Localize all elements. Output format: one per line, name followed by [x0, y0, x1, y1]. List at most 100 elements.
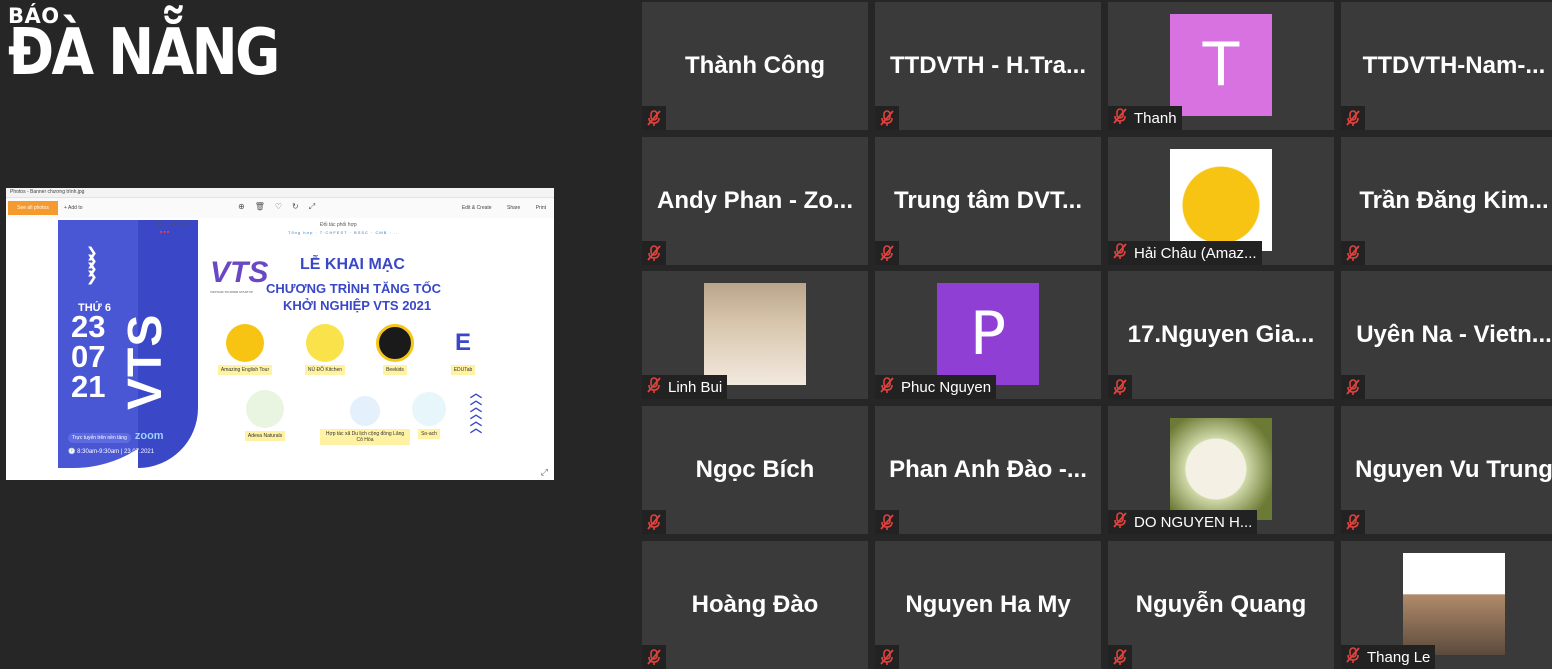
see-all-photos-button[interactable]: See all photos: [8, 201, 58, 215]
participant-name: Ngọc Bích: [695, 456, 815, 483]
participant-tile[interactable]: TTDVTH - H.Tra...: [875, 2, 1101, 130]
mic-muted-icon: [1111, 107, 1129, 129]
participant-tile[interactable]: Linh Bui: [642, 271, 868, 399]
lang-co-logo-icon: [350, 396, 380, 426]
mic-muted-icon: [1108, 375, 1132, 399]
partner-label: Đối tác phối hợp: [320, 222, 357, 228]
date-day: 23: [71, 309, 106, 344]
mic-muted-icon: [878, 376, 896, 398]
banner-vertical-vts: VTS: [119, 313, 172, 410]
date-month: 07: [71, 339, 106, 374]
participant-name: Trần Đăng Kim...: [1359, 187, 1549, 214]
organizer-logos: ■ ■ ■: [160, 229, 170, 234]
partner-logos: Tổng hợp · T·CHFEST · BSSC · CMB · ...: [288, 230, 401, 235]
participant-tile[interactable]: TTDVTH-Nam-...: [1341, 2, 1552, 130]
zoom-logo: zoom: [134, 430, 164, 442]
mic-muted-icon: [1111, 511, 1129, 533]
participant-name: Thanh: [1134, 109, 1177, 127]
participant-name-label: Thanh: [1108, 106, 1182, 130]
participant-tile[interactable]: Phan Anh Đào -...: [875, 406, 1101, 534]
time-text: 8:30am-9:30am | 23.07.2021: [77, 449, 155, 455]
participant-tile[interactable]: Trung tâm DVT...: [875, 137, 1101, 265]
woman-portrait-photo: [704, 283, 806, 385]
participant-tile[interactable]: P Phuc Nguyen: [875, 271, 1101, 399]
mic-muted-icon: [1108, 645, 1132, 669]
mic-muted-icon: [642, 106, 666, 130]
add-to-button[interactable]: + Add to: [64, 198, 83, 218]
live-platform-text: Trực tuyến trên nền tảng: [68, 433, 131, 443]
banner-date: 23 07 21: [71, 309, 106, 404]
participant-tile[interactable]: Trần Đăng Kim...: [1341, 137, 1552, 265]
participant-name: Trung tâm DVT...: [893, 187, 1082, 214]
startup-caption: Beekids: [383, 365, 407, 375]
startup-amazing: Amazing English Tour: [210, 324, 280, 375]
participant-name-label: Hải Châu (Amaz...: [1108, 241, 1262, 265]
participant-name: Thang Le: [1367, 648, 1431, 666]
amazing-logo-icon: [226, 324, 264, 362]
startup-caption: Adeva Naturals: [244, 431, 286, 441]
mic-muted-icon: [875, 241, 899, 265]
participant-tile[interactable]: 17.Nguyen Gia...: [1108, 271, 1334, 399]
print-button[interactable]: Print: [536, 205, 546, 211]
participant-tile[interactable]: Ngọc Bích: [642, 406, 868, 534]
participant-name: Nguyen Vu Trung: [1355, 456, 1552, 483]
organizer-label: Đơn vị tổ chức: [158, 222, 191, 228]
mic-muted-icon: [642, 241, 666, 265]
participant-name: TTDVTH - H.Tra...: [889, 52, 1086, 79]
startup-so-ach: So-ach: [394, 392, 464, 439]
participant-tile[interactable]: Nguyen Ha My: [875, 541, 1101, 669]
mic-muted-icon: [1341, 106, 1365, 130]
white-rose-photo: [1170, 418, 1272, 520]
startup-beekids: Beekids: [360, 324, 430, 375]
participant-name: Linh Bui: [668, 378, 723, 396]
participant-tile[interactable]: T Thanh: [1108, 2, 1334, 130]
viewer-title: Photos - Banner chương trình.jpg: [6, 188, 554, 198]
participant-tile[interactable]: Thành Công: [642, 2, 868, 130]
avatar: P: [937, 283, 1039, 385]
share-button[interactable]: Share: [507, 205, 520, 211]
participant-name-label: DO NGUYEN H...: [1108, 510, 1258, 534]
participant-name: Hoàng Đào: [691, 591, 819, 618]
vts-logo-sub: VIETNAM TOURISM STARTUP: [210, 290, 253, 294]
mic-muted-icon: [1111, 242, 1129, 264]
startup-nudo: NÚ ĐỖ Kitchen: [290, 324, 360, 375]
beekids-logo-icon: [376, 324, 414, 362]
mic-muted-icon: [645, 376, 663, 398]
mic-muted-icon: [1344, 646, 1362, 668]
participant-name: Nguyễn Quang: [1135, 591, 1307, 618]
participant-name-label: Thang Le: [1341, 645, 1436, 669]
startup-caption: EDUTab: [450, 365, 476, 375]
date-year: 21: [71, 369, 106, 404]
viewer-right-tools: Edit & Create Share Print: [448, 198, 546, 218]
man-on-motorbike-photo: [1403, 553, 1505, 655]
logo-line2: ĐÀ NẴNG: [8, 16, 280, 90]
zigzag-decoration-icon: ︿ ︿ ︿ ︿ ︿ ︿: [470, 386, 483, 435]
participant-tile[interactable]: Uyên Na - Vietn...: [1341, 271, 1552, 399]
mic-muted-icon: [642, 510, 666, 534]
startup-caption: NÚ ĐỖ Kitchen: [304, 365, 346, 375]
mic-muted-icon: [875, 106, 899, 130]
participant-tile[interactable]: Nguyễn Quang: [1108, 541, 1334, 669]
vts-logo: VTS VIETNAM TOURISM STARTUP: [210, 256, 268, 294]
participant-tile[interactable]: Nguyen Vu Trung: [1341, 406, 1552, 534]
participant-tile[interactable]: DO NGUYEN H...: [1108, 406, 1334, 534]
participant-tile[interactable]: Thang Le: [1341, 541, 1552, 669]
startup-edutab: E EDUTab: [428, 324, 498, 375]
participant-name: Phuc Nguyen: [901, 378, 992, 396]
participant-name: Nguyen Ha My: [905, 591, 1071, 618]
participant-name: Uyên Na - Vietn...: [1356, 321, 1552, 348]
banner-headline-2: CHƯƠNG TRÌNH TĂNG TỐC: [266, 281, 441, 296]
banner-headline-1: LỄ KHAI MẠC: [300, 256, 405, 273]
expand-icon[interactable]: ⤢: [541, 467, 548, 478]
participant-tile[interactable]: Andy Phan - Zo...: [642, 137, 868, 265]
participant-tile[interactable]: Hải Châu (Amaz...: [1108, 137, 1334, 265]
participant-name: Andy Phan - Zo...: [657, 187, 853, 214]
viewer-tool-icons[interactable]: ⊕🗑♡↻⤢: [238, 202, 325, 212]
edutab-logo-icon: E: [444, 324, 482, 362]
adeva-logo-icon: [246, 390, 284, 428]
participant-name: DO NGUYEN H...: [1134, 513, 1253, 531]
vts-logo-text: VTS: [210, 256, 269, 289]
participant-tile[interactable]: Hoàng Đào: [642, 541, 868, 669]
edit-create-button[interactable]: Edit & Create: [462, 205, 492, 211]
chevrons-icon: ❯ ❯ ❯ ❯: [86, 244, 98, 284]
